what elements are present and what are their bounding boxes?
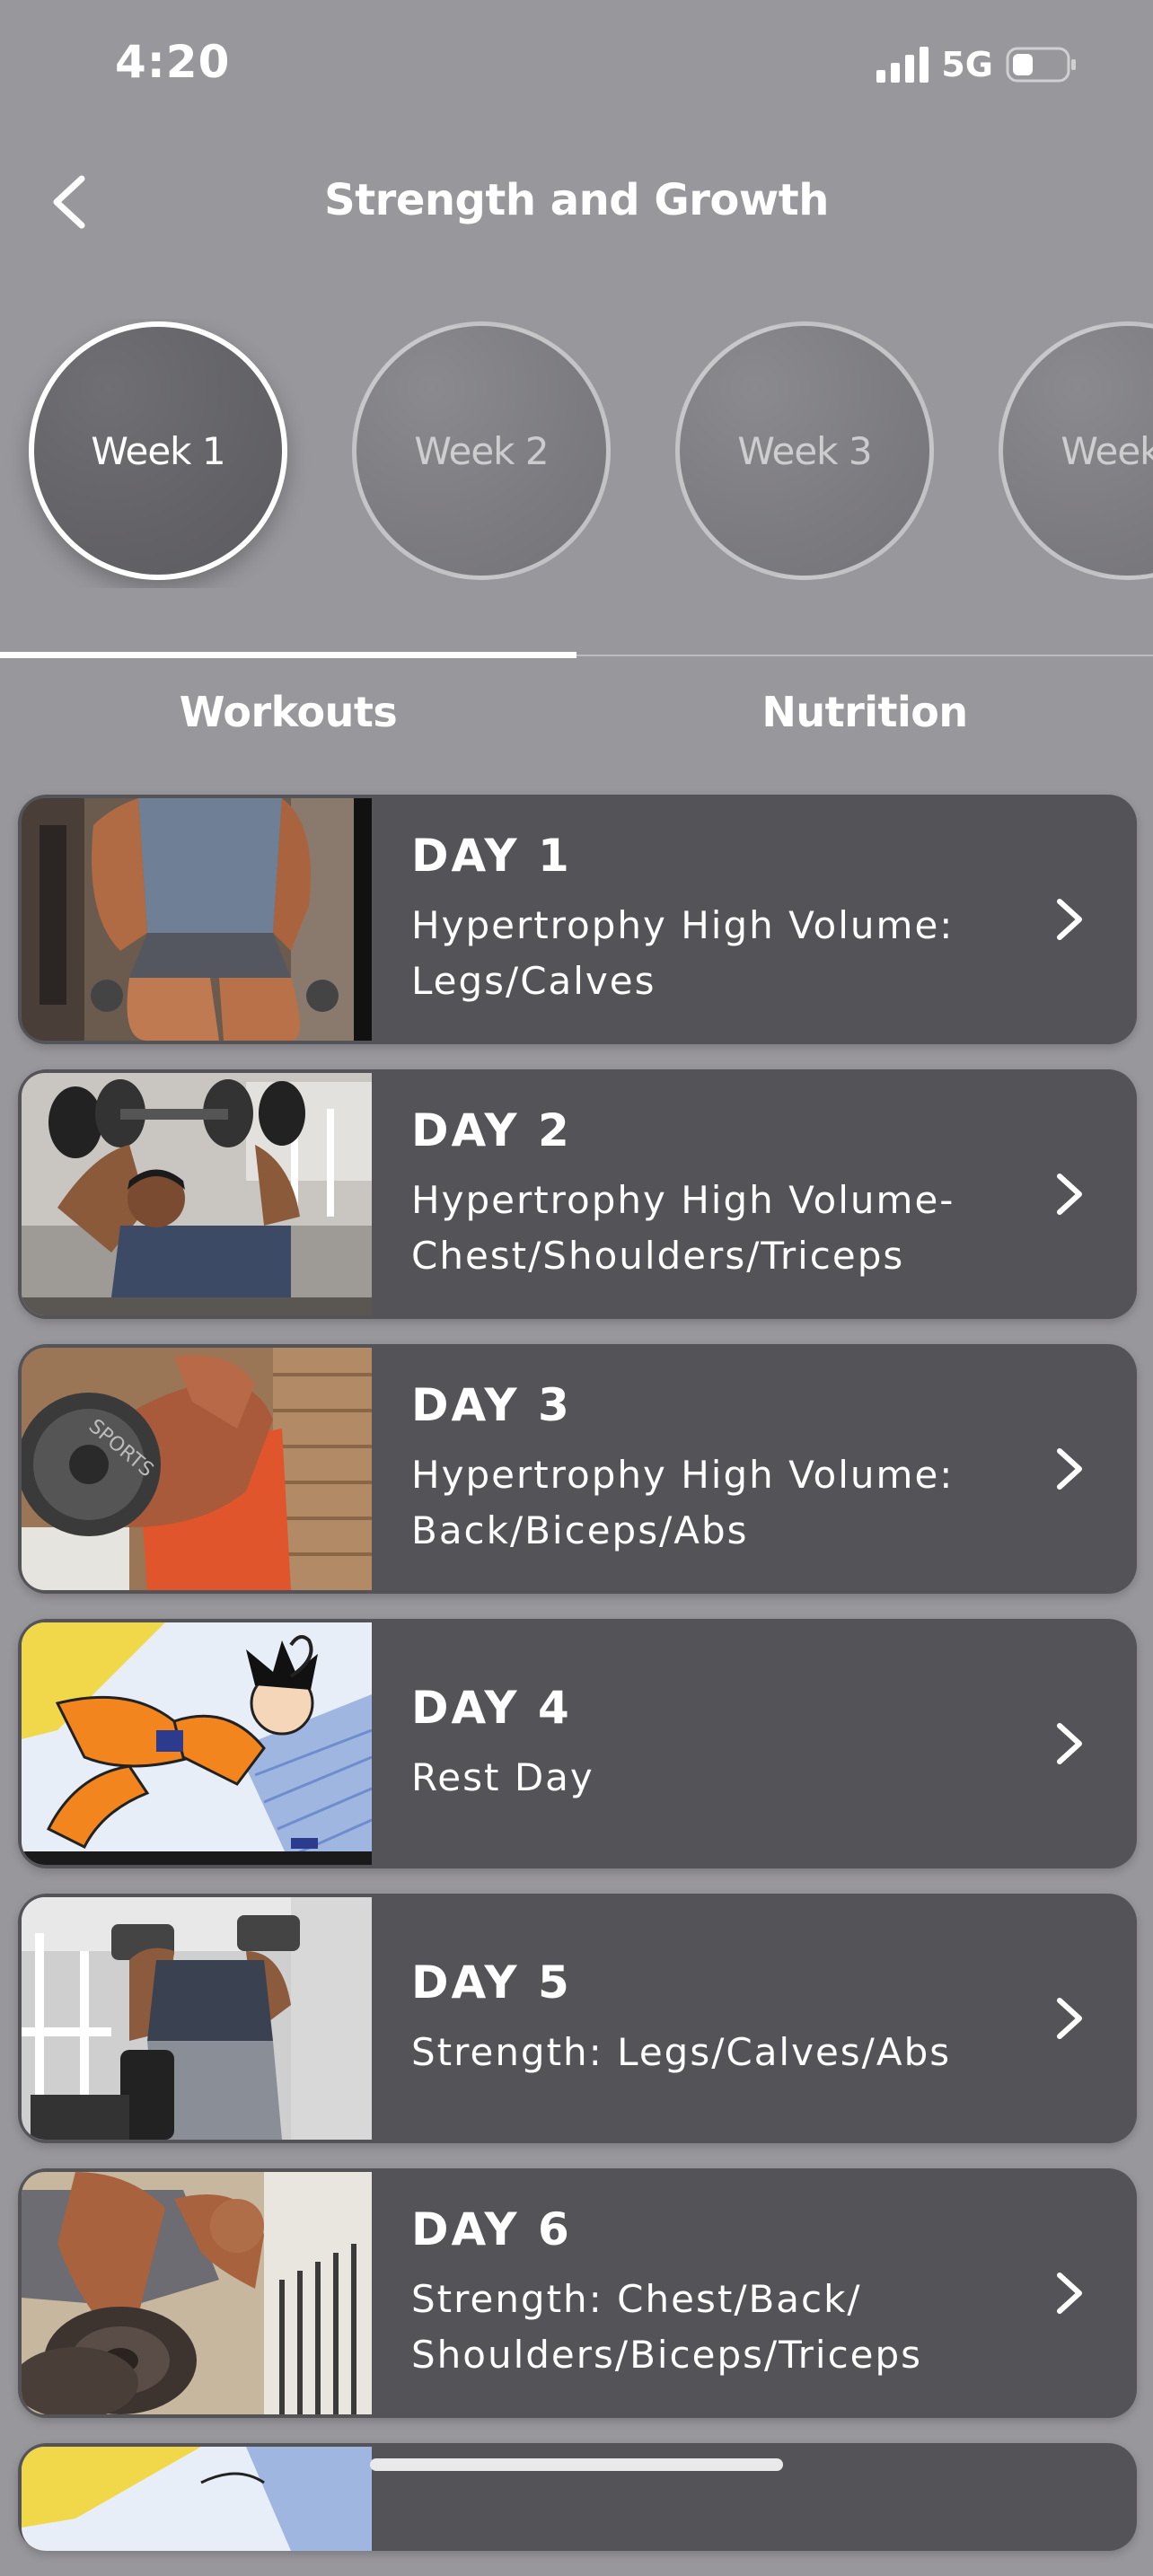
workout-thumbnail [22, 1897, 372, 2140]
week-label: Week 4 [1061, 428, 1153, 473]
day-label: DAY 4 [411, 1682, 572, 1734]
workout-description: Hypertrophy High Volume: Back/Biceps/Abs [411, 1453, 955, 1552]
workout-text: DAY 4 Rest Day [411, 1619, 1031, 1868]
workout-text: DAY 2 Hypertrophy High Volume- Chest/Sho… [411, 1069, 1031, 1319]
workout-description: Hypertrophy High Volume- Chest/Shoulders… [411, 1178, 955, 1278]
home-indicator[interactable] [370, 2458, 783, 2471]
tab-bar: Workouts Nutrition [0, 652, 1153, 769]
status-icons: 5G [876, 45, 1078, 84]
day-label: DAY 5 [411, 1956, 572, 2009]
workout-thumbnail [22, 798, 372, 1041]
week-label: Week 2 [414, 428, 549, 473]
workout-text: DAY 1 Hypertrophy High Volume: Legs/Calv… [411, 795, 1031, 1044]
chevron-right-icon [1057, 1174, 1082, 1215]
workout-thumbnail [22, 1073, 372, 1315]
workout-text: DAY 3 Hypertrophy High Volume: Back/Bice… [411, 1344, 1031, 1594]
day-label: DAY 6 [411, 2203, 572, 2255]
workout-thumbnail [22, 2447, 372, 2551]
chevron-right-icon [1057, 1998, 1082, 2039]
chevron-right-icon [1057, 2273, 1082, 2314]
workout-thumbnail [22, 1622, 372, 1865]
chevron-right-icon [1057, 899, 1082, 940]
tab-nutrition[interactable]: Nutrition [576, 688, 1153, 736]
status-time: 4:20 [115, 36, 231, 88]
tab-indicator [0, 652, 576, 658]
workout-card-day-6[interactable]: DAY 6 Strength: Chest/Back/ Shoulders/Bi… [18, 2168, 1137, 2418]
header: Strength and Growth [0, 144, 1153, 260]
page-title: Strength and Growth [324, 175, 829, 225]
workout-text: DAY 5 Strength: Legs/Calves/Abs [411, 1894, 1031, 2143]
workout-card-day-1[interactable]: DAY 1 Hypertrophy High Volume: Legs/Calv… [18, 795, 1137, 1044]
workout-text: DAY 6 Strength: Chest/Back/ Shoulders/Bi… [411, 2168, 1031, 2418]
workout-description: Rest Day [411, 1755, 594, 1799]
day-label: DAY 3 [411, 1379, 572, 1431]
workout-thumbnail: SPORTS [22, 1348, 372, 1590]
week-selector[interactable]: Week 1 Week 2 Week 3 Week 4 [0, 319, 1153, 588]
signal-bars-icon [876, 47, 929, 83]
workout-description: Hypertrophy High Volume: Legs/Calves [411, 903, 955, 1003]
week-label: Week 3 [737, 428, 872, 473]
chevron-right-icon [1057, 1448, 1082, 1490]
workout-card-day-4[interactable]: DAY 4 Rest Day [18, 1619, 1137, 1868]
status-bar: 4:20 5G [0, 0, 1153, 126]
workout-card-day-5[interactable]: DAY 5 Strength: Legs/Calves/Abs [18, 1894, 1137, 2143]
week-4-button[interactable]: Week 4 [999, 321, 1153, 580]
tab-workouts[interactable]: Workouts [0, 688, 576, 736]
day-label: DAY 1 [411, 830, 572, 882]
week-label: Week 1 [91, 428, 225, 473]
workout-description: Strength: Legs/Calves/Abs [411, 2030, 952, 2074]
workout-thumbnail [22, 2172, 372, 2414]
day-label: DAY 2 [411, 1104, 572, 1156]
week-2-button[interactable]: Week 2 [352, 321, 611, 580]
workout-card-day-2[interactable]: DAY 2 Hypertrophy High Volume- Chest/Sho… [18, 1069, 1137, 1319]
network-label: 5G [941, 45, 993, 84]
workout-description: Strength: Chest/Back/ Shoulders/Biceps/T… [411, 2277, 923, 2377]
week-1-button[interactable]: Week 1 [29, 321, 287, 580]
workout-list: DAY 1 Hypertrophy High Volume: Legs/Calv… [18, 795, 1137, 2576]
workout-card-day-3[interactable]: SPORTS DAY 3 Hypertrophy High Volume: Ba… [18, 1344, 1137, 1594]
battery-icon [1006, 47, 1076, 83]
week-3-button[interactable]: Week 3 [675, 321, 934, 580]
chevron-right-icon [1057, 1723, 1082, 1764]
